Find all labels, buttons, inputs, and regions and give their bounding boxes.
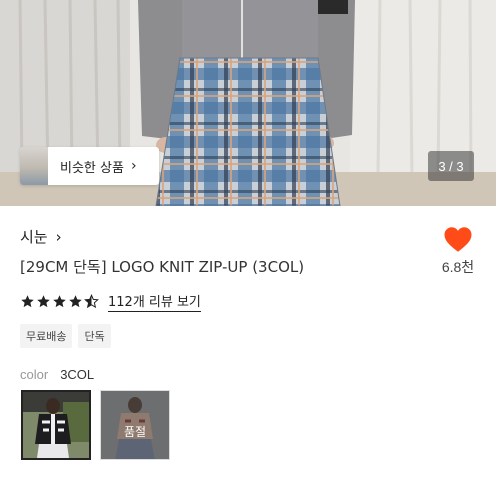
rating-stars [20,294,100,309]
like-count: 6.8천 [441,259,475,275]
star-icon [69,295,82,308]
brand-name: 시눈 [20,228,48,246]
price-partial [20,488,140,496]
review-link[interactable]: 112개 리뷰 보기 [108,291,201,312]
star-half-icon [84,294,99,309]
star-icon [37,295,50,308]
badge-list: 무료배송 단독 [20,324,117,348]
color-value: 3COL [60,367,95,382]
exclusive-badge: 단독 [78,324,111,348]
brand-link[interactable]: 시눈 › [20,226,62,247]
color-label: color [20,367,49,382]
color-swatch-2[interactable]: 품절 [100,390,170,460]
chevron-right-icon: › [55,227,62,246]
sold-out-overlay: 품절 [101,391,169,459]
product-title: [29CM 단독] LOGO KNIT ZIP-UP (3COL) [20,258,305,276]
color-option-row: color 3COL [20,367,94,382]
heart-icon [444,227,472,252]
rating-row: 112개 리뷰 보기 [20,291,201,312]
swatch-image [23,392,89,458]
product-image-carousel[interactable]: 비슷한 상품 › 3 / 3 [0,0,496,206]
color-swatch-1[interactable] [21,390,91,460]
free-shipping-badge: 무료배송 [20,324,73,348]
similar-product-thumbnail [20,147,48,185]
chevron-right-icon: › [130,158,137,174]
star-icon [53,295,66,308]
like-button[interactable]: 6.8천 [438,226,478,286]
similar-products-label: 비슷한 상품 [60,160,124,176]
similar-products-button[interactable]: 비슷한 상품 › [20,147,159,185]
star-icon [21,295,34,308]
image-page-counter: 3 / 3 [428,151,474,181]
